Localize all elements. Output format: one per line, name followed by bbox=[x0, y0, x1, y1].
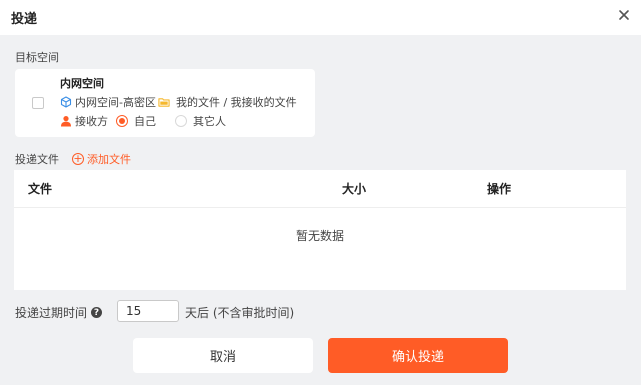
space-name: 内网空间 bbox=[60, 77, 104, 90]
recipient-row: 接收方 自己 其它人 bbox=[60, 113, 226, 129]
space-location-row: 内网空间-高密区 我的文件 / 我接收的文件 bbox=[60, 94, 297, 110]
expire-label: 投递过期时间 bbox=[15, 306, 88, 320]
plus-circle-icon: + bbox=[72, 152, 84, 165]
target-space-card[interactable]: 内网空间 内网空间-高密区 我的文件 / 我接收的文件 接收方 自己 其它人 bbox=[15, 69, 315, 137]
recipient-others-radio[interactable] bbox=[175, 115, 187, 127]
recipient-others-label[interactable]: 其它人 bbox=[193, 113, 226, 129]
dialog-header: 投递 bbox=[0, 0, 641, 35]
column-header-size: 大小 bbox=[342, 182, 367, 196]
close-icon[interactable] bbox=[617, 8, 631, 22]
dialog-title: 投递 bbox=[11, 12, 38, 27]
target-folder-path: 我的文件 / 我接收的文件 bbox=[175, 96, 297, 109]
help-icon[interactable]: ? bbox=[91, 307, 103, 318]
user-icon bbox=[60, 115, 72, 127]
files-section-label: 投递文件 bbox=[15, 153, 59, 166]
column-header-actions: 操作 bbox=[487, 182, 512, 196]
expire-label-row: 投递过期时间 ? bbox=[15, 304, 103, 321]
recipient-self-label[interactable]: 自己 bbox=[134, 113, 156, 129]
files-table: 文件 大小 操作 暂无数据 bbox=[14, 170, 626, 290]
confirm-delivery-button[interactable]: 确认投递 bbox=[328, 338, 508, 373]
cancel-button[interactable]: 取消 bbox=[133, 338, 313, 373]
expire-days-input[interactable] bbox=[117, 300, 179, 322]
folder-icon bbox=[158, 96, 170, 108]
space-location: 内网空间-高密区 bbox=[75, 96, 156, 109]
cube-icon bbox=[60, 96, 72, 108]
column-header-file: 文件 bbox=[28, 182, 53, 196]
add-file-button[interactable]: + 添加文件 bbox=[72, 151, 131, 167]
target-space-checkbox[interactable] bbox=[32, 97, 44, 109]
recipient-self-radio[interactable] bbox=[116, 115, 128, 127]
table-header: 文件 大小 操作 bbox=[14, 170, 626, 208]
recipient-label: 接收方 bbox=[75, 115, 108, 128]
target-section-label: 目标空间 bbox=[15, 51, 59, 64]
empty-state-text: 暂无数据 bbox=[295, 229, 344, 243]
add-file-label: 添加文件 bbox=[87, 153, 131, 166]
expire-days-suffix: 天后 (不含审批时间) bbox=[185, 306, 295, 320]
